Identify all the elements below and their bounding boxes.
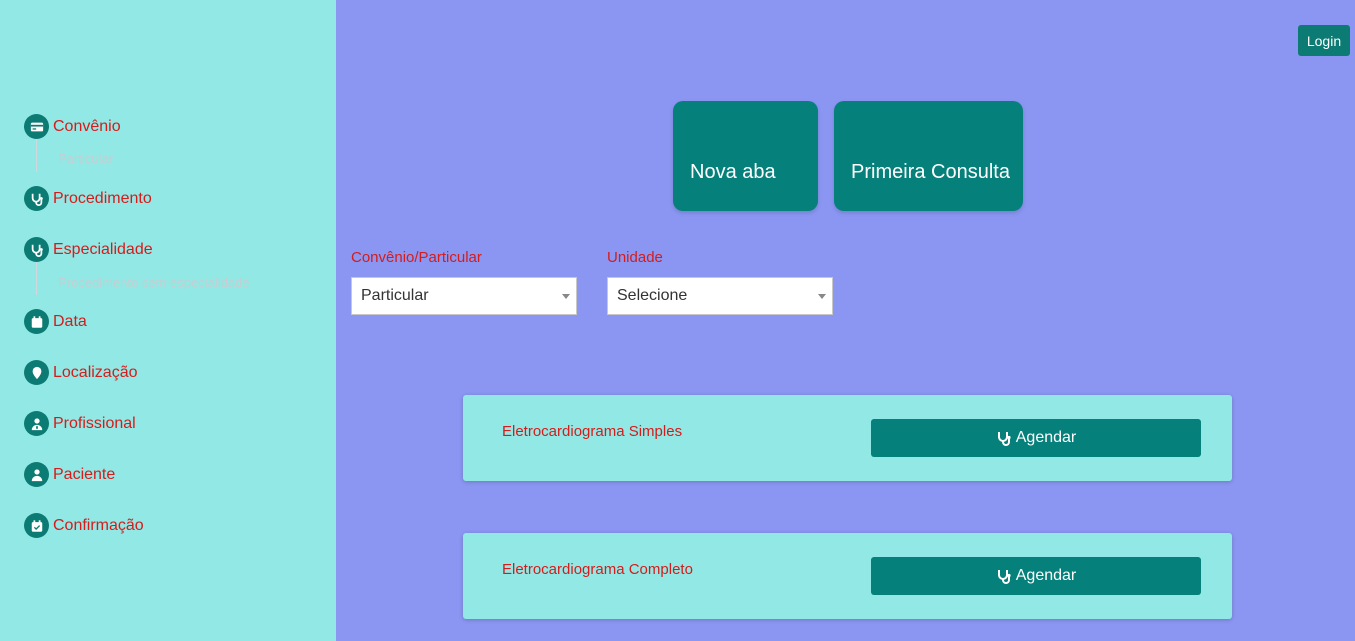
- credit-card-icon: [24, 114, 49, 139]
- step-convenio-value: Particular: [58, 151, 113, 166]
- convenio-select-value: Particular: [361, 287, 429, 304]
- stethoscope-icon: [24, 237, 49, 262]
- convenio-label: Convênio/Particular: [351, 249, 482, 266]
- step-convenio[interactable]: Convênio: [24, 114, 121, 139]
- sidebar-stepper: Convênio Particular Procedimento Especia…: [0, 0, 336, 641]
- procedure-name: Eletrocardiograma Simples: [502, 423, 683, 440]
- first-consult-tile[interactable]: Primeira Consulta: [834, 101, 1023, 211]
- step-label: Profissional: [53, 414, 136, 432]
- step-data[interactable]: Data: [24, 309, 87, 334]
- step-connector: [36, 262, 37, 295]
- step-procedimento[interactable]: Procedimento: [24, 186, 152, 211]
- step-label: Procedimento: [53, 189, 152, 207]
- step-label: Localização: [53, 363, 138, 381]
- step-label: Data: [53, 312, 87, 330]
- step-label: Especialidade: [53, 240, 153, 258]
- stethoscope-icon: [24, 186, 49, 211]
- procedure-name: Eletrocardiograma Completo: [502, 561, 693, 578]
- step-paciente[interactable]: Paciente: [24, 462, 115, 487]
- new-tab-tile[interactable]: Nova aba: [673, 101, 818, 211]
- step-confirmacao[interactable]: Confirmação: [24, 513, 144, 538]
- agendar-label: Agendar: [1015, 429, 1077, 446]
- calendar-check-icon: [24, 513, 49, 538]
- step-connector: [36, 139, 37, 172]
- login-button[interactable]: Login: [1298, 25, 1350, 56]
- step-label: Paciente: [53, 465, 116, 483]
- step-especialidade[interactable]: Especialidade: [24, 237, 153, 262]
- user-icon: [24, 462, 49, 487]
- unidade-label: Unidade: [607, 249, 663, 266]
- procedure-card: Eletrocardiograma Completo Agendar: [463, 533, 1232, 619]
- chevron-down-icon: [818, 294, 826, 299]
- unidade-select[interactable]: Selecione: [607, 277, 833, 315]
- stethoscope-icon: [997, 432, 1011, 446]
- step-especialidade-value: Procedimento sem especialidade: [58, 275, 250, 290]
- map-pin-icon: [24, 360, 49, 385]
- procedure-card: Eletrocardiograma Simples Agendar: [463, 395, 1232, 481]
- step-localizacao[interactable]: Localização: [24, 360, 138, 385]
- doctor-icon: [24, 411, 49, 436]
- convenio-select[interactable]: Particular: [351, 277, 577, 315]
- unidade-select-value: Selecione: [617, 287, 688, 304]
- step-profissional[interactable]: Profissional: [24, 411, 136, 436]
- agendar-button[interactable]: Agendar: [871, 419, 1201, 457]
- step-label: Confirmação: [53, 516, 144, 534]
- chevron-down-icon: [562, 294, 570, 299]
- stethoscope-icon: [997, 570, 1011, 584]
- step-label: Convênio: [53, 117, 121, 135]
- calendar-icon: [24, 309, 49, 334]
- agendar-label: Agendar: [1015, 567, 1077, 584]
- agendar-button[interactable]: Agendar: [871, 557, 1201, 595]
